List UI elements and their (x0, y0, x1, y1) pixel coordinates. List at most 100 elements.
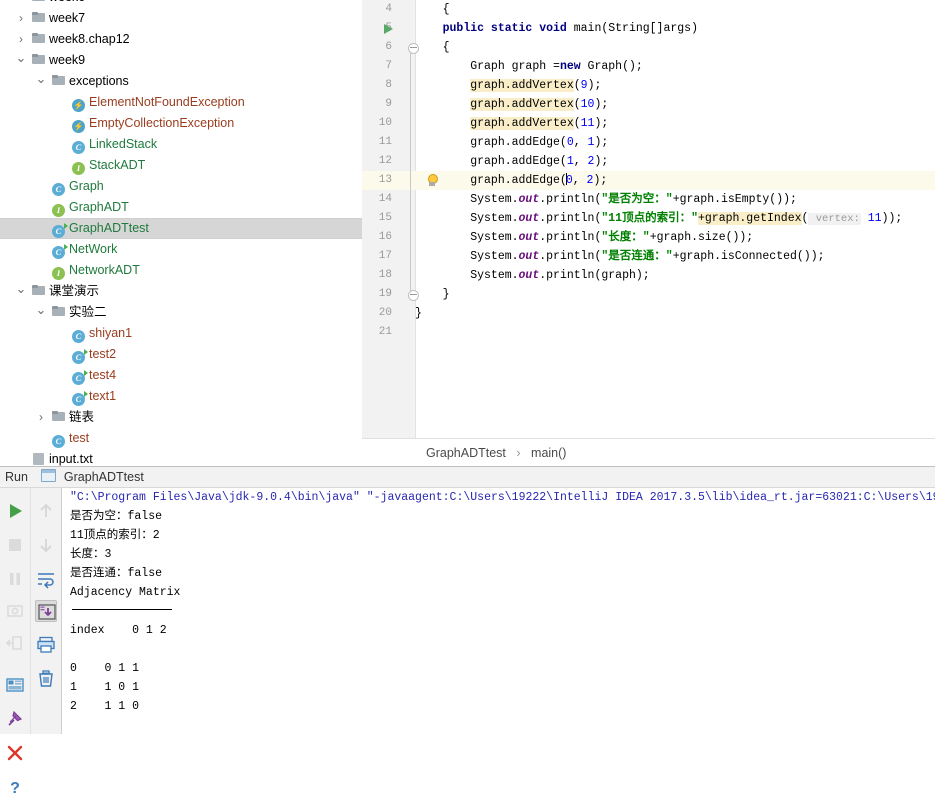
run-tool-window: Run GraphADTtest ? "C:\Program Files\Jav… (0, 466, 935, 797)
help-button[interactable]: ? (4, 776, 26, 798)
class-glyph: C (52, 223, 68, 238)
layout-button[interactable] (4, 674, 26, 696)
console-output[interactable]: "C:\Program Files\Java\jdk-9.0.4\bin\jav… (62, 488, 935, 734)
svg-text:?: ? (10, 780, 20, 797)
folder-glyph (31, 0, 46, 2)
code-token: } (415, 307, 422, 320)
clear-all-button[interactable] (35, 668, 57, 690)
tree-item-10[interactable]: I GraphADT (0, 197, 362, 218)
tree-item-2[interactable]: › week8.chap12 (0, 29, 362, 50)
tree-item-21[interactable]: Ctest (0, 428, 362, 449)
code-line: 7 Graph graph =new Graph(); (362, 57, 935, 76)
tree-item-18[interactable]: Ctest4 (0, 365, 362, 386)
editor-code-area[interactable]: 4 {5 public static void main(String[]arg… (362, 0, 935, 438)
dump-threads-button (4, 600, 26, 622)
tree-item-1[interactable]: › week7 (0, 8, 362, 29)
tree-item-15[interactable]: ⌄ 实验二 (0, 302, 362, 323)
code-token: System. (415, 269, 519, 282)
tree-item-22[interactable]: input.txt (0, 449, 362, 466)
tree-item-label: test4 (89, 368, 117, 382)
breadcrumb-method[interactable]: main() (531, 446, 566, 460)
exception-class-icon: ⚡ (70, 92, 87, 113)
java-class-icon: C (70, 323, 87, 344)
down-stacktrace-button (35, 534, 57, 556)
line-number: 16 (378, 231, 392, 243)
line-content: graph.addEdge(0, 1); (415, 133, 608, 152)
breadcrumb-class[interactable]: GraphADTtest (426, 446, 506, 460)
chevron-down-icon[interactable]: ⌄ (34, 302, 48, 318)
code-token: 0 (565, 174, 573, 187)
chevron-right-icon[interactable]: › (14, 29, 28, 50)
tree-item-8[interactable]: I StackADT (0, 155, 362, 176)
tree-item-label: GraphADTtest (69, 221, 149, 235)
console-line: 长度：3 (62, 545, 935, 564)
folder-icon (50, 71, 67, 92)
tree-item-label: EmptyCollectionException (89, 116, 235, 130)
code-editor-panel[interactable]: 4 {5 public static void main(String[]arg… (362, 0, 935, 466)
run-toolbar-right[interactable] (31, 488, 62, 734)
tree-item-20[interactable]: › 链表 (0, 407, 362, 428)
chevron-right-icon[interactable]: › (34, 407, 48, 428)
tree-item-19[interactable]: Ctext1 (0, 386, 362, 407)
console-text: index 0 1 2 (70, 624, 167, 637)
code-line: 12 graph.addEdge(1, 2); (362, 152, 935, 171)
print-button[interactable] (35, 634, 57, 656)
console-text: 1 1 0 1 (70, 681, 140, 694)
code-token: ); (594, 117, 609, 130)
line-number: 21 (378, 326, 392, 338)
run-toolbar-left[interactable]: ? (0, 488, 31, 797)
line-content: } (415, 304, 422, 323)
folder-icon (30, 8, 47, 29)
tree-item-3[interactable]: ⌄ week9 (0, 50, 362, 71)
pin-button[interactable] (4, 708, 26, 730)
tree-rows: ›week6›week7›week8.chap12⌄week9⌄exceptio… (0, 0, 362, 466)
code-token: )); (881, 212, 903, 225)
tree-item-4[interactable]: ⌄ exceptions (0, 71, 362, 92)
code-line: 9 graph.addVertex(10); (362, 95, 935, 114)
run-tab-label[interactable]: GraphADTtest (64, 470, 144, 484)
line-number: 14 (378, 193, 392, 205)
line-content: System.out.println("11顶点的索引："+graph.getI… (415, 209, 902, 229)
tree-item-12[interactable]: C NetWork (0, 239, 362, 260)
code-token: .println( (539, 250, 602, 263)
tree-item-label: test (69, 431, 90, 445)
chevron-right-icon[interactable]: › (14, 0, 28, 8)
tree-item-7[interactable]: C LinkedStack (0, 134, 362, 155)
code-token: , (572, 174, 587, 187)
line-number: 4 (385, 3, 392, 15)
tree-item-6[interactable]: ⚡ EmptyCollectionException (0, 113, 362, 134)
tree-item-17[interactable]: Ctest2 (0, 344, 362, 365)
tree-item-0[interactable]: › week6 (0, 0, 362, 8)
class-glyph: I (52, 267, 65, 280)
console-line: 是否为空：false (62, 507, 935, 526)
tree-item-11[interactable]: C GraphADTtest (0, 218, 362, 239)
code-token: out (518, 269, 540, 282)
pause-button (4, 568, 26, 590)
tree-item-9[interactable]: C Graph (0, 176, 362, 197)
tree-item-14[interactable]: ⌄ 课堂演示 (0, 281, 362, 302)
code-token: .println( (539, 231, 602, 244)
tree-item-16[interactable]: Cshiyan1 (0, 323, 362, 344)
chevron-down-icon[interactable]: ⌄ (14, 50, 28, 66)
tree-item-label: 实验二 (69, 305, 107, 319)
soft-wrap-button[interactable] (35, 568, 57, 590)
tree-item-label: week7 (49, 11, 86, 25)
scroll-to-end-button[interactable] (35, 600, 57, 622)
chevron-right-icon[interactable]: › (14, 8, 28, 29)
line-number: 15 (378, 212, 392, 224)
console-line: 2 1 1 0 (62, 697, 935, 716)
rerun-button[interactable] (4, 500, 26, 522)
chevron-down-icon[interactable]: ⌄ (14, 281, 28, 297)
line-content: graph.addVertex(10); (415, 95, 608, 114)
project-tool-window[interactable]: ›week6›week7›week8.chap12⌄week9⌄exceptio… (0, 0, 362, 466)
tree-item-13[interactable]: I NetworkADT (0, 260, 362, 281)
close-button[interactable] (4, 742, 26, 764)
line-content: Graph graph =new Graph(); (415, 57, 643, 76)
line-content: { (415, 38, 450, 57)
chevron-down-icon[interactable]: ⌄ (34, 71, 48, 87)
code-token: graph.addVertex (470, 79, 574, 92)
code-token: graph.addEdge( (415, 174, 567, 187)
tree-item-5[interactable]: ⚡ ElementNotFoundException (0, 92, 362, 113)
tree-item-label: ElementNotFoundException (89, 95, 245, 109)
